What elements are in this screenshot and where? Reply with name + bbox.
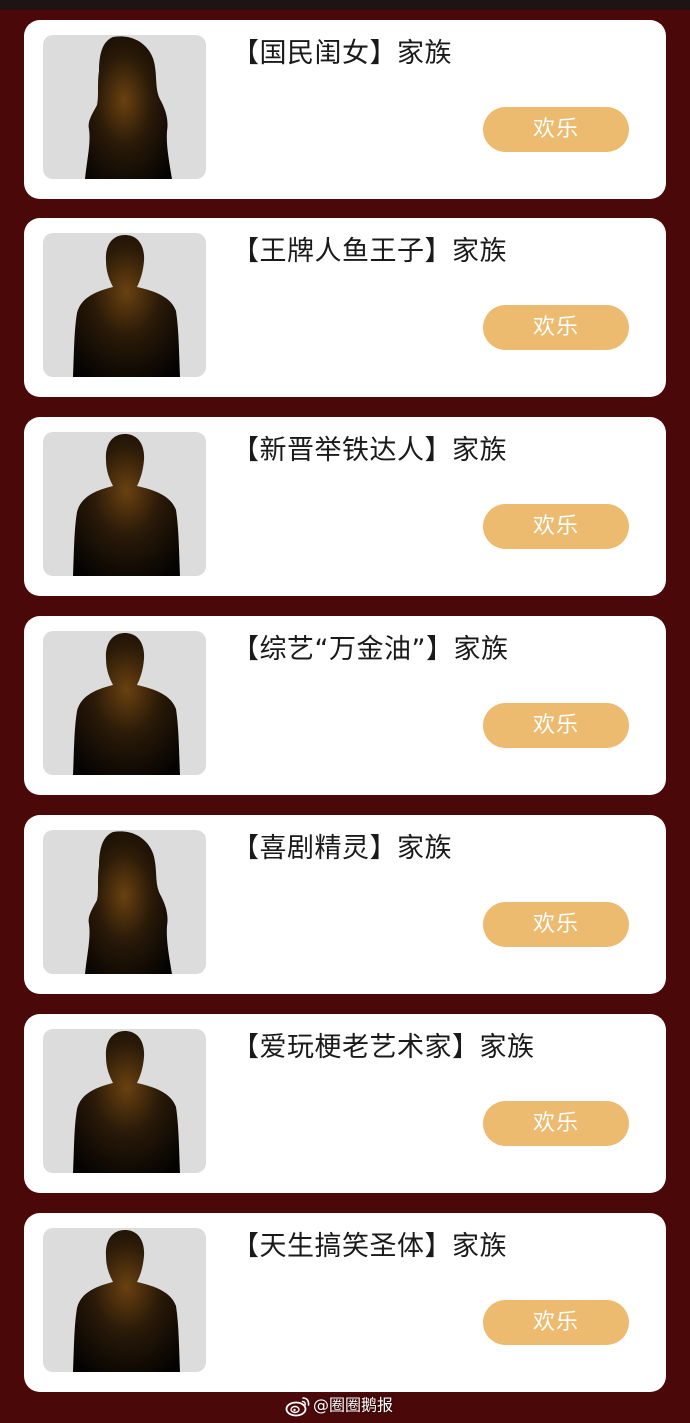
weibo-logo-icon: [285, 1396, 310, 1416]
male-silhouette-icon: [43, 631, 206, 775]
family-card: 【喜剧精灵】家族 欢乐: [24, 815, 666, 994]
family-title: 【爱玩梗老艺术家】家族: [232, 1032, 535, 1063]
huanle-button[interactable]: 欢乐: [483, 1101, 629, 1146]
huanle-button[interactable]: 欢乐: [483, 703, 629, 748]
male-silhouette-icon: [43, 233, 206, 377]
family-card: 【综艺“万金油”】家族 欢乐: [24, 616, 666, 795]
huanle-button[interactable]: 欢乐: [483, 504, 629, 549]
family-title: 【国民闺女】家族: [232, 38, 452, 69]
watermark-text: @圈圈鹅报: [313, 1395, 394, 1415]
huanle-button[interactable]: 欢乐: [483, 902, 629, 947]
family-card: 【天生搞笑圣体】家族 欢乐: [24, 1213, 666, 1392]
female-silhouette-icon: [43, 35, 206, 179]
family-title: 【王牌人鱼王子】家族: [232, 236, 507, 267]
family-card: 【新晋举铁达人】家族 欢乐: [24, 417, 666, 596]
male-silhouette-icon: [43, 1029, 206, 1173]
family-title: 【喜剧精灵】家族: [232, 833, 452, 864]
female-silhouette-icon: [43, 830, 206, 974]
male-silhouette-icon: [43, 432, 206, 576]
family-list: 【国民闺女】家族 欢乐 【王牌人鱼王子】家族 欢乐 【新晋举铁达人】家族 欢乐 …: [24, 20, 666, 1412]
huanle-button[interactable]: 欢乐: [483, 305, 629, 350]
huanle-button[interactable]: 欢乐: [483, 107, 629, 152]
family-title: 【天生搞笑圣体】家族: [232, 1231, 507, 1262]
family-card: 【爱玩梗老艺术家】家族 欢乐: [24, 1014, 666, 1193]
family-card: 【国民闺女】家族 欢乐: [24, 20, 666, 199]
male-silhouette-icon: [43, 1228, 206, 1372]
family-title: 【综艺“万金油”】家族: [232, 634, 509, 665]
family-card: 【王牌人鱼王子】家族 欢乐: [24, 218, 666, 397]
huanle-button[interactable]: 欢乐: [483, 1300, 629, 1345]
top-status-strip: [0, 0, 690, 10]
watermark: @圈圈鹅报: [285, 1393, 393, 1417]
family-title: 【新晋举铁达人】家族: [232, 435, 507, 466]
